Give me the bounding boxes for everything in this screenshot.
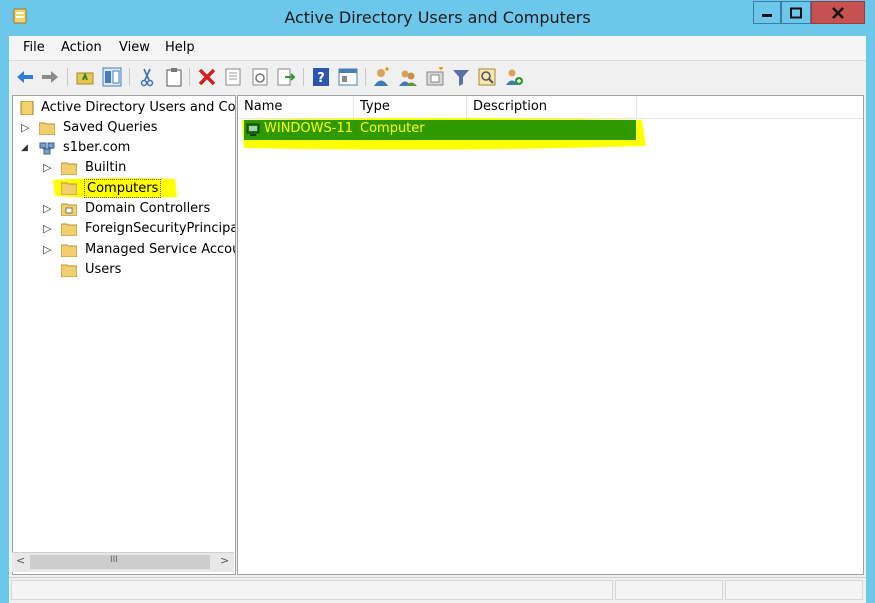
folder-icon [61,223,77,236]
help-icon[interactable]: ? [311,67,331,87]
status-field-main [11,580,613,600]
menu-file[interactable]: File [23,40,45,55]
menu-bar: File Action View Help [9,36,866,60]
status-field-secondary [615,580,723,600]
close-button[interactable] [811,1,865,24]
maximize-button[interactable] [781,1,811,24]
toolbar: ? [9,60,866,93]
scrollbar-grip-icon: III [110,555,118,565]
status-field-tertiary [725,580,863,600]
show-tree-icon[interactable] [102,67,122,87]
tree-item-label: Users [85,262,122,277]
new-group-icon[interactable] [398,67,418,87]
find-icon[interactable] [477,67,497,87]
new-user-icon[interactable] [371,67,391,87]
menu-view[interactable]: View [119,40,150,55]
folder-icon [61,162,77,175]
up-folder-icon[interactable] [75,67,95,87]
properties-icon[interactable] [223,67,243,87]
add-to-group-icon[interactable] [504,67,524,87]
filter-icon[interactable] [451,67,471,87]
svg-text:?: ? [317,71,325,86]
toolbar-separator [365,68,366,86]
maximize-icon [790,7,802,18]
tree-item-label: Saved Queries [63,120,158,135]
collapse-arrow-icon[interactable]: ◢ [21,138,31,158]
toolbar-separator [67,68,68,86]
expand-arrow-icon[interactable]: ▷ [43,219,53,239]
ou-folder-icon [61,203,77,216]
ad-console-icon [20,101,34,115]
folder-icon [61,244,77,257]
scroll-right-icon[interactable]: > [220,554,229,567]
scrollbar-thumb[interactable]: III [30,555,210,569]
folder-icon [39,122,55,135]
toolbar-separator [129,68,130,86]
status-bar [9,577,866,603]
new-ou-icon[interactable] [425,67,445,87]
row-name: WINDOWS-11 [264,121,353,136]
menu-help[interactable]: Help [165,40,195,55]
tree-item-label: ForeignSecurityPrincipals [85,221,236,236]
toolbar-separator [189,68,190,86]
tree-horizontal-scrollbar[interactable]: < III > [12,552,234,572]
menu-action[interactable]: Action [61,40,102,55]
list-pane[interactable]: Name Type Description WINDOWS-11 Compute… [237,95,864,575]
close-icon [832,6,844,19]
tree-item-label: Domain Controllers [85,201,211,216]
app-window: Active Directory Users and Computers Fil… [0,0,875,603]
minimize-button[interactable] [753,1,781,24]
client-area: File Action View Help ? Active Directory… [9,36,866,603]
folder-icon [61,182,77,195]
domain-icon [39,142,55,155]
tree-item-label: s1ber.com [63,140,131,155]
row-type: Computer [360,121,425,136]
expand-arrow-icon[interactable]: ▷ [21,118,31,138]
cut-icon[interactable] [137,67,157,87]
column-header-type[interactable]: Type [354,96,467,118]
tree-item-label: Computers [84,179,162,198]
toolbar-separator [303,68,304,86]
export-list-icon[interactable] [276,67,296,87]
expand-arrow-icon[interactable]: ▷ [43,158,53,178]
column-header-description[interactable]: Description [467,96,637,118]
minimize-icon [762,13,772,17]
title-bar[interactable]: Active Directory Users and Computers [0,0,875,36]
scroll-left-icon[interactable]: < [16,554,25,567]
paste-icon[interactable] [164,67,184,87]
forward-arrow-icon[interactable] [40,67,60,87]
window-title: Active Directory Users and Computers [284,8,591,27]
expand-arrow-icon[interactable]: ▷ [43,199,53,219]
delete-icon[interactable] [197,67,217,87]
folder-icon [61,264,77,277]
refresh-icon[interactable] [250,67,270,87]
computer-icon [246,123,260,136]
show-console-icon[interactable] [338,67,358,87]
tree-item-label: Builtin [85,160,127,175]
back-arrow-icon[interactable] [15,67,35,87]
tree-item-label: Managed Service Accour [85,242,236,257]
tree-root-label: Active Directory Users and Com [41,100,236,115]
column-header-name[interactable]: Name [238,96,354,118]
expand-arrow-icon[interactable]: ▷ [43,240,53,260]
tree-pane[interactable]: Active Directory Users and Com ▷ Saved Q… [12,95,236,575]
table-row[interactable]: WINDOWS-11 Computer [244,120,636,140]
